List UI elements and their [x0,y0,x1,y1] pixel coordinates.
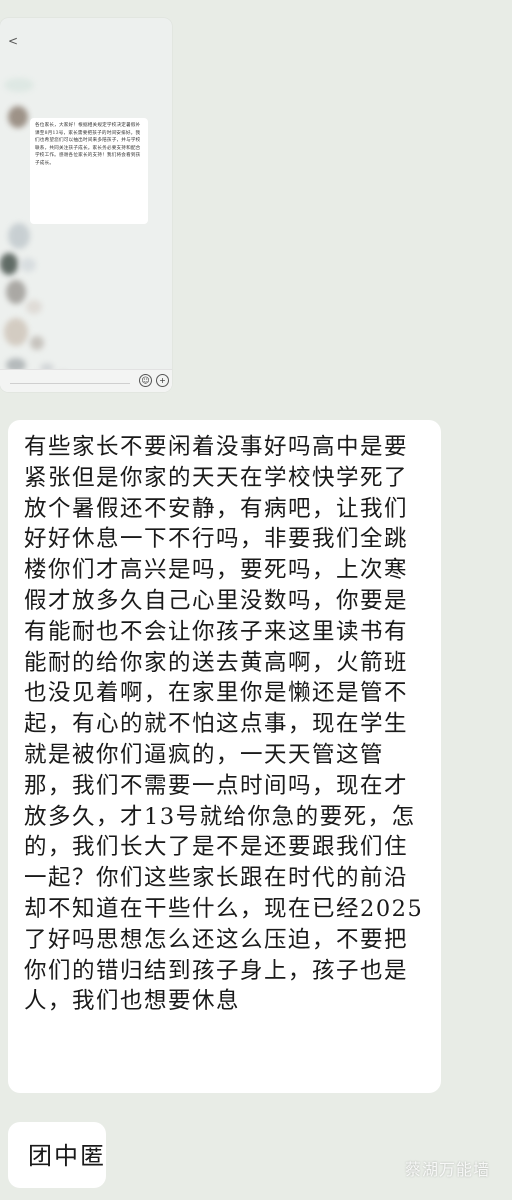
blurred-patch [30,336,44,350]
input-underline [10,383,130,384]
message-bubble[interactable]: 有些家长不要闲着没事好吗高中是要紧张但是你家的天天在学校快学死了放个暑假还不安静… [8,420,441,1093]
blurred-avatar [8,106,28,128]
embedded-chat-screenshot: < 各位家长，大家好！根据相关规定学校决定暑假补课至8月13号，家长需要把孩子的… [0,18,172,392]
blurred-patch [20,258,36,272]
blurred-patch [6,280,26,304]
watermark: 蔡湖万能墙 [404,1160,490,1179]
embedded-message-text: 各位家长，大家好！根据相关规定学校决定暑假补课至8月13号，家长需要把孩子的时间… [35,123,141,166]
blurred-patch [4,78,34,92]
embedded-input-bar: ☺ + [0,369,172,392]
back-arrow-icon: < [8,34,19,48]
message-text: 有些家长不要闲着没事好吗高中是要紧张但是你家的天天在学校快学死了放个暑假还不安静… [24,434,424,1015]
reply-text: 团中匿 [28,1142,106,1170]
emoji-icon: ☺ [139,374,152,387]
blurred-patch [8,223,30,249]
plus-icon: + [156,374,169,387]
blurred-patch [0,253,18,275]
embedded-message-bubble: 各位家长，大家好！根据相关规定学校决定暑假补课至8月13号，家长需要把孩子的时间… [30,118,148,224]
reply-bubble[interactable]: 团中匿 [8,1122,106,1188]
blurred-patch [4,318,28,346]
blurred-patch [26,300,42,314]
